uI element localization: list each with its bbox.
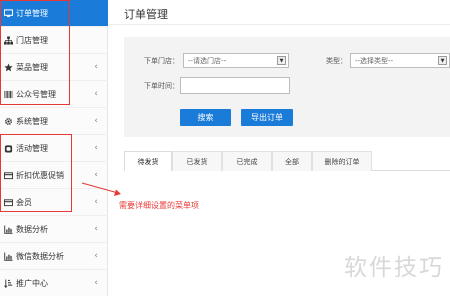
sidebar-item-label: 系统管理 (16, 116, 48, 126)
sitemap-icon (3, 35, 13, 45)
type-label: 类型： (326, 57, 347, 65)
sidebar-item-label: 菜品管理 (16, 62, 48, 72)
sidebar-item-label: 折扣优惠促销 (16, 170, 64, 180)
sidebar-item-label: 数据分析 (16, 224, 48, 234)
sidebar-item-store-management[interactable]: 门店管理 (0, 27, 108, 54)
sidebar-item-wechat-data-analysis[interactable]: 微信数据分析 ‹ (0, 243, 108, 270)
monitor-icon (3, 8, 13, 18)
chevron-left-icon: ‹ (94, 278, 98, 288)
chevron-left-icon: ‹ (94, 224, 98, 234)
order-time-label: 下单时间： (144, 82, 179, 90)
barcode-icon (3, 89, 13, 99)
app-root: 订单管理 门店管理 菜品管理 ‹ 公众号管理 ‹ 系统管理 ‹ 活动管理 ‹ 折… (0, 0, 450, 296)
tab-pending-shipment[interactable]: 待发货 (124, 151, 172, 171)
chevron-left-icon: ‹ (94, 116, 98, 126)
sidebar-item-label: 推广中心 (16, 278, 48, 288)
sidebar-item-label: 公众号管理 (16, 89, 56, 99)
annotation-arrow-icon (81, 182, 121, 196)
order-time-input[interactable] (180, 77, 290, 94)
sidebar-item-activity-management[interactable]: 活动管理 ‹ (0, 135, 108, 162)
sort-list-icon (3, 278, 13, 288)
sidebar-item-label: 订单管理 (16, 8, 48, 18)
store-label: 下单门店： (144, 57, 179, 65)
sidebar-item-dish-management[interactable]: 菜品管理 ‹ (0, 54, 108, 81)
sidebar-item-order-management[interactable]: 订单管理 (0, 0, 108, 27)
chevron-left-icon: ‹ (94, 89, 98, 99)
order-status-tabs: 待发货 已发货 已完成 全部 删除的订单 (124, 151, 450, 171)
chevron-left-icon: ‹ (94, 251, 98, 261)
sidebar-item-official-account[interactable]: 公众号管理 ‹ (0, 81, 108, 108)
chevron-left-icon: ‹ (94, 170, 98, 180)
watermark: 软件技巧 (344, 255, 444, 281)
dropdown-arrow-icon: ▼ (438, 56, 447, 65)
tab-all[interactable]: 全部 (272, 151, 312, 171)
annotation-text: 需要详细设置的菜单项 (119, 201, 199, 210)
sidebar-item-label: 门店管理 (16, 35, 48, 45)
tab-shipped[interactable]: 已发货 (172, 151, 222, 171)
chevron-left-icon: ‹ (94, 143, 98, 153)
sidebar: 订单管理 门店管理 菜品管理 ‹ 公众号管理 ‹ 系统管理 ‹ 活动管理 ‹ 折… (0, 0, 108, 296)
search-button[interactable]: 搜索 (180, 109, 231, 126)
card-icon (3, 197, 13, 207)
star-icon (3, 62, 13, 72)
bar-chart-icon (3, 224, 13, 234)
sidebar-item-system-management[interactable]: 系统管理 ‹ (0, 108, 108, 135)
card-icon (3, 170, 13, 180)
title-divider (108, 24, 450, 25)
sidebar-item-label: 活动管理 (16, 143, 48, 153)
store-select[interactable]: --请选门店-- ▼ (183, 53, 289, 68)
sidebar-item-label: 微信数据分析 (16, 251, 64, 261)
dropdown-arrow-icon: ▼ (277, 56, 286, 65)
github-icon (3, 143, 13, 153)
type-select-value: --选择类型-- (355, 56, 394, 65)
bar-chart-icon (3, 251, 13, 261)
tab-deleted-orders[interactable]: 删除的订单 (312, 151, 372, 171)
page-title: 订单管理 (124, 8, 168, 21)
gear-icon (3, 116, 13, 126)
type-select[interactable]: --选择类型-- ▼ (350, 53, 450, 68)
chevron-left-icon: ‹ (94, 62, 98, 72)
tab-completed[interactable]: 已完成 (222, 151, 272, 171)
export-orders-button[interactable]: 导出订单 (241, 109, 293, 126)
sidebar-item-promotion-center[interactable]: 推广中心 ‹ (0, 270, 108, 296)
store-select-value: --请选门店-- (188, 56, 227, 65)
sidebar-item-data-analysis[interactable]: 数据分析 ‹ (0, 216, 108, 243)
